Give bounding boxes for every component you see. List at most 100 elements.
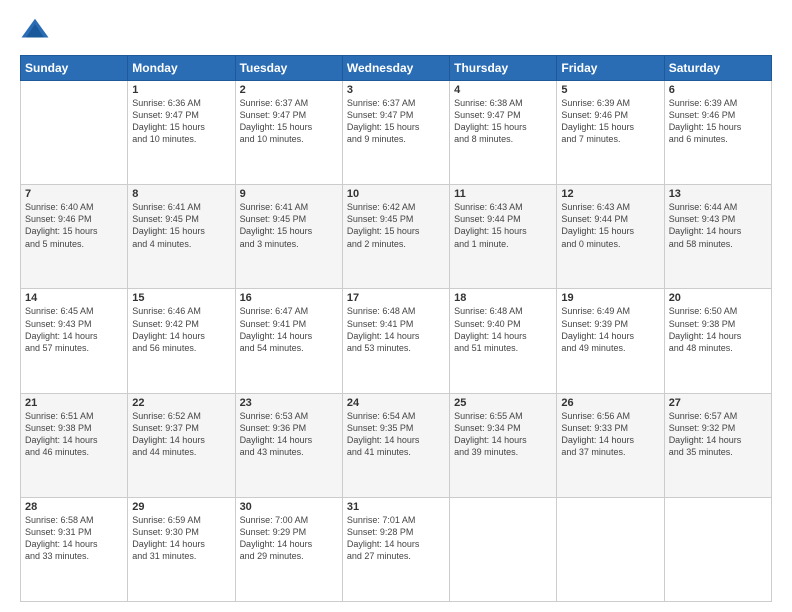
calendar-cell: 14Sunrise: 6:45 AM Sunset: 9:43 PM Dayli…	[21, 289, 128, 393]
calendar-cell: 11Sunrise: 6:43 AM Sunset: 9:44 PM Dayli…	[450, 185, 557, 289]
calendar-cell: 3Sunrise: 6:37 AM Sunset: 9:47 PM Daylig…	[342, 81, 449, 185]
day-number: 29	[132, 501, 230, 513]
cell-info: Sunrise: 6:51 AM Sunset: 9:38 PM Dayligh…	[25, 410, 123, 459]
calendar-cell: 1Sunrise: 6:36 AM Sunset: 9:47 PM Daylig…	[128, 81, 235, 185]
calendar-cell: 27Sunrise: 6:57 AM Sunset: 9:32 PM Dayli…	[664, 393, 771, 497]
calendar-week-4: 21Sunrise: 6:51 AM Sunset: 9:38 PM Dayli…	[21, 393, 772, 497]
cell-info: Sunrise: 6:38 AM Sunset: 9:47 PM Dayligh…	[454, 97, 552, 146]
cell-info: Sunrise: 6:54 AM Sunset: 9:35 PM Dayligh…	[347, 410, 445, 459]
cell-info: Sunrise: 6:40 AM Sunset: 9:46 PM Dayligh…	[25, 201, 123, 250]
page: SundayMondayTuesdayWednesdayThursdayFrid…	[0, 0, 792, 612]
day-number: 25	[454, 397, 552, 409]
cell-info: Sunrise: 6:39 AM Sunset: 9:46 PM Dayligh…	[561, 97, 659, 146]
day-header-saturday: Saturday	[664, 56, 771, 81]
calendar-cell: 29Sunrise: 6:59 AM Sunset: 9:30 PM Dayli…	[128, 497, 235, 601]
cell-info: Sunrise: 6:44 AM Sunset: 9:43 PM Dayligh…	[669, 201, 767, 250]
day-number: 1	[132, 84, 230, 96]
day-number: 10	[347, 188, 445, 200]
day-number: 7	[25, 188, 123, 200]
calendar-cell: 26Sunrise: 6:56 AM Sunset: 9:33 PM Dayli…	[557, 393, 664, 497]
calendar-cell: 20Sunrise: 6:50 AM Sunset: 9:38 PM Dayli…	[664, 289, 771, 393]
calendar-week-2: 7Sunrise: 6:40 AM Sunset: 9:46 PM Daylig…	[21, 185, 772, 289]
calendar-table: SundayMondayTuesdayWednesdayThursdayFrid…	[20, 55, 772, 602]
day-number: 21	[25, 397, 123, 409]
day-number: 5	[561, 84, 659, 96]
day-number: 19	[561, 292, 659, 304]
day-header-monday: Monday	[128, 56, 235, 81]
day-number: 12	[561, 188, 659, 200]
cell-info: Sunrise: 7:01 AM Sunset: 9:28 PM Dayligh…	[347, 514, 445, 563]
day-number: 13	[669, 188, 767, 200]
calendar-week-3: 14Sunrise: 6:45 AM Sunset: 9:43 PM Dayli…	[21, 289, 772, 393]
day-number: 27	[669, 397, 767, 409]
calendar-cell	[21, 81, 128, 185]
cell-info: Sunrise: 6:43 AM Sunset: 9:44 PM Dayligh…	[561, 201, 659, 250]
calendar-week-1: 1Sunrise: 6:36 AM Sunset: 9:47 PM Daylig…	[21, 81, 772, 185]
calendar-cell: 7Sunrise: 6:40 AM Sunset: 9:46 PM Daylig…	[21, 185, 128, 289]
day-number: 28	[25, 501, 123, 513]
calendar-cell: 24Sunrise: 6:54 AM Sunset: 9:35 PM Dayli…	[342, 393, 449, 497]
calendar-cell: 9Sunrise: 6:41 AM Sunset: 9:45 PM Daylig…	[235, 185, 342, 289]
day-number: 4	[454, 84, 552, 96]
cell-info: Sunrise: 6:56 AM Sunset: 9:33 PM Dayligh…	[561, 410, 659, 459]
day-number: 14	[25, 292, 123, 304]
cell-info: Sunrise: 6:57 AM Sunset: 9:32 PM Dayligh…	[669, 410, 767, 459]
calendar-cell: 18Sunrise: 6:48 AM Sunset: 9:40 PM Dayli…	[450, 289, 557, 393]
day-number: 16	[240, 292, 338, 304]
cell-info: Sunrise: 6:39 AM Sunset: 9:46 PM Dayligh…	[669, 97, 767, 146]
cell-info: Sunrise: 6:49 AM Sunset: 9:39 PM Dayligh…	[561, 305, 659, 354]
cell-info: Sunrise: 7:00 AM Sunset: 9:29 PM Dayligh…	[240, 514, 338, 563]
day-number: 3	[347, 84, 445, 96]
cell-info: Sunrise: 6:58 AM Sunset: 9:31 PM Dayligh…	[25, 514, 123, 563]
calendar-cell: 5Sunrise: 6:39 AM Sunset: 9:46 PM Daylig…	[557, 81, 664, 185]
cell-info: Sunrise: 6:48 AM Sunset: 9:41 PM Dayligh…	[347, 305, 445, 354]
cell-info: Sunrise: 6:47 AM Sunset: 9:41 PM Dayligh…	[240, 305, 338, 354]
day-number: 6	[669, 84, 767, 96]
cell-info: Sunrise: 6:42 AM Sunset: 9:45 PM Dayligh…	[347, 201, 445, 250]
cell-info: Sunrise: 6:55 AM Sunset: 9:34 PM Dayligh…	[454, 410, 552, 459]
calendar-cell: 10Sunrise: 6:42 AM Sunset: 9:45 PM Dayli…	[342, 185, 449, 289]
cell-info: Sunrise: 6:45 AM Sunset: 9:43 PM Dayligh…	[25, 305, 123, 354]
day-header-tuesday: Tuesday	[235, 56, 342, 81]
day-number: 30	[240, 501, 338, 513]
day-number: 18	[454, 292, 552, 304]
calendar-cell: 28Sunrise: 6:58 AM Sunset: 9:31 PM Dayli…	[21, 497, 128, 601]
calendar-cell: 6Sunrise: 6:39 AM Sunset: 9:46 PM Daylig…	[664, 81, 771, 185]
day-number: 2	[240, 84, 338, 96]
cell-info: Sunrise: 6:59 AM Sunset: 9:30 PM Dayligh…	[132, 514, 230, 563]
calendar-cell: 30Sunrise: 7:00 AM Sunset: 9:29 PM Dayli…	[235, 497, 342, 601]
day-number: 31	[347, 501, 445, 513]
calendar-cell: 25Sunrise: 6:55 AM Sunset: 9:34 PM Dayli…	[450, 393, 557, 497]
calendar-cell: 31Sunrise: 7:01 AM Sunset: 9:28 PM Dayli…	[342, 497, 449, 601]
day-header-thursday: Thursday	[450, 56, 557, 81]
cell-info: Sunrise: 6:46 AM Sunset: 9:42 PM Dayligh…	[132, 305, 230, 354]
cell-info: Sunrise: 6:50 AM Sunset: 9:38 PM Dayligh…	[669, 305, 767, 354]
day-number: 11	[454, 188, 552, 200]
header	[20, 15, 772, 45]
calendar-cell: 2Sunrise: 6:37 AM Sunset: 9:47 PM Daylig…	[235, 81, 342, 185]
cell-info: Sunrise: 6:52 AM Sunset: 9:37 PM Dayligh…	[132, 410, 230, 459]
day-number: 17	[347, 292, 445, 304]
day-number: 22	[132, 397, 230, 409]
calendar-header-row: SundayMondayTuesdayWednesdayThursdayFrid…	[21, 56, 772, 81]
calendar-cell: 4Sunrise: 6:38 AM Sunset: 9:47 PM Daylig…	[450, 81, 557, 185]
calendar-cell: 15Sunrise: 6:46 AM Sunset: 9:42 PM Dayli…	[128, 289, 235, 393]
logo	[20, 15, 56, 45]
day-number: 23	[240, 397, 338, 409]
cell-info: Sunrise: 6:53 AM Sunset: 9:36 PM Dayligh…	[240, 410, 338, 459]
calendar-cell: 16Sunrise: 6:47 AM Sunset: 9:41 PM Dayli…	[235, 289, 342, 393]
calendar-cell: 12Sunrise: 6:43 AM Sunset: 9:44 PM Dayli…	[557, 185, 664, 289]
cell-info: Sunrise: 6:37 AM Sunset: 9:47 PM Dayligh…	[240, 97, 338, 146]
cell-info: Sunrise: 6:41 AM Sunset: 9:45 PM Dayligh…	[240, 201, 338, 250]
day-header-friday: Friday	[557, 56, 664, 81]
calendar-cell	[664, 497, 771, 601]
calendar-cell: 8Sunrise: 6:41 AM Sunset: 9:45 PM Daylig…	[128, 185, 235, 289]
day-header-sunday: Sunday	[21, 56, 128, 81]
day-number: 26	[561, 397, 659, 409]
calendar-cell: 17Sunrise: 6:48 AM Sunset: 9:41 PM Dayli…	[342, 289, 449, 393]
day-number: 24	[347, 397, 445, 409]
cell-info: Sunrise: 6:37 AM Sunset: 9:47 PM Dayligh…	[347, 97, 445, 146]
logo-icon	[20, 15, 50, 45]
calendar-cell: 22Sunrise: 6:52 AM Sunset: 9:37 PM Dayli…	[128, 393, 235, 497]
day-number: 9	[240, 188, 338, 200]
